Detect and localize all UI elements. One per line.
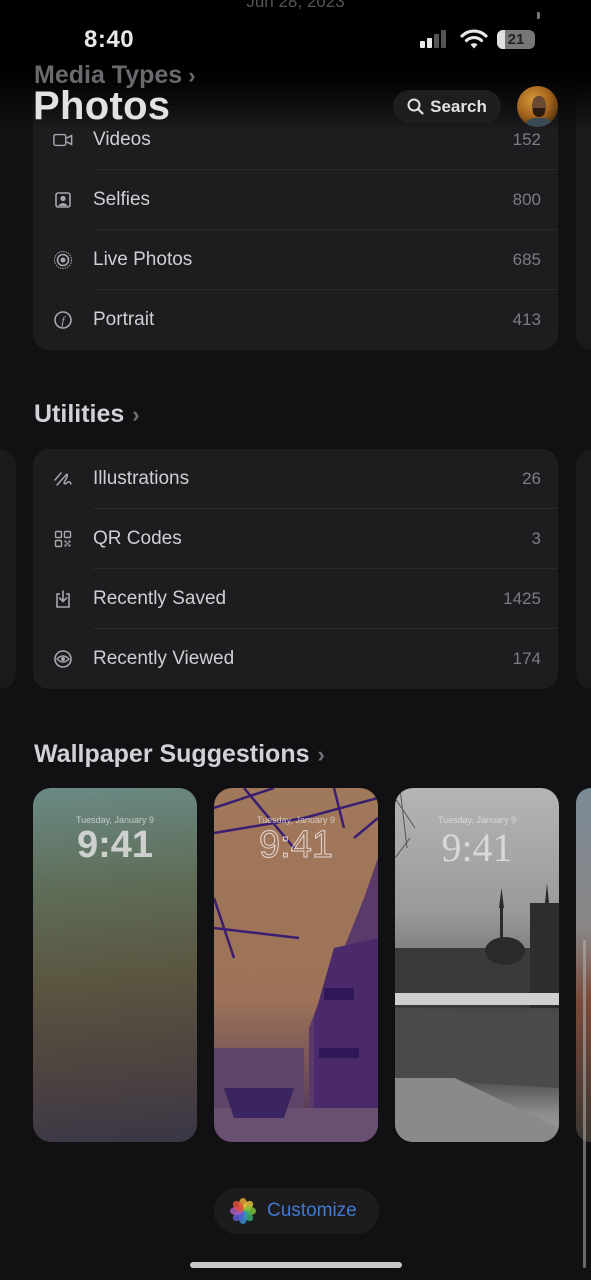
list-item[interactable]: Illustrations 26 [33, 449, 558, 509]
item-count: 174 [512, 649, 541, 668]
page-title: Photos [33, 84, 171, 128]
svg-text:f: f [61, 314, 66, 328]
search-button[interactable]: Search [393, 90, 501, 123]
qr-code-icon [53, 529, 73, 549]
live-photo-icon [53, 250, 73, 270]
scrollbar[interactable] [583, 940, 586, 1268]
item-label: Videos [93, 129, 151, 150]
wallpaper-time: 9:41 [259, 824, 334, 867]
section-title: Utilities [34, 400, 125, 428]
selfie-icon [53, 190, 73, 210]
item-label: Recently Viewed [93, 648, 235, 669]
home-indicator[interactable] [190, 1262, 402, 1268]
avatar[interactable] [517, 86, 558, 127]
item-count: 1425 [503, 589, 541, 608]
item-label: Illustrations [93, 468, 190, 489]
utilities-card: Illustrations 26 QR Codes 3 Recently Sav… [33, 449, 558, 689]
battery-icon: 21 [497, 30, 535, 49]
previous-card-peek [0, 449, 16, 689]
chevron-right-icon: › [188, 62, 196, 88]
previous-section-date: Jun 28, 2023 [246, 0, 345, 11]
wallpaper-suggestions-header[interactable]: Wallpaper Suggestions › [34, 740, 325, 769]
item-label: Selfies [93, 189, 151, 210]
list-item[interactable]: f Portrait 413 [33, 290, 558, 350]
customize-button[interactable]: Customize [214, 1188, 379, 1234]
chevron-right-icon: › [317, 741, 325, 767]
wallpaper-time: 9:41 [441, 825, 513, 870]
battery-percent: 21 [507, 31, 525, 48]
list-item[interactable]: QR Codes 3 [33, 509, 558, 569]
status-bar: 8:40 21 [0, 24, 591, 58]
recently-saved-icon [53, 589, 73, 609]
list-item[interactable]: Selfies 800 [33, 170, 558, 230]
next-card-peek [576, 449, 591, 689]
utilities-header[interactable]: Utilities › [34, 400, 140, 429]
section-title: Wallpaper Suggestions [34, 740, 310, 768]
customize-label: Customize [267, 1200, 357, 1221]
recently-viewed-icon [53, 649, 73, 669]
avatar-beard [533, 108, 545, 117]
item-count: 3 [531, 529, 541, 548]
wallpaper-time: 9:41 [76, 824, 154, 866]
item-count: 800 [512, 190, 541, 209]
avatar-shirt [525, 118, 553, 127]
item-label: Portrait [93, 309, 155, 330]
item-label: Recently Saved [93, 588, 227, 609]
wallpaper-suggestion-gradient[interactable]: Tuesday, January 9 9:41 [33, 788, 197, 1142]
video-icon [53, 130, 73, 150]
item-count: 413 [512, 310, 541, 329]
list-item[interactable]: Recently Viewed 174 [33, 629, 558, 689]
next-card-peek [576, 80, 591, 350]
illustrations-icon [53, 469, 73, 489]
search-label: Search [430, 96, 487, 116]
item-count: 685 [512, 250, 541, 269]
list-item[interactable]: Recently Saved 1425 [33, 569, 558, 629]
item-label: Live Photos [93, 249, 193, 270]
wallpaper-suggestion-street[interactable]: Tuesday, January 9 9:41 [214, 788, 378, 1142]
wallpaper-suggestion-mosque[interactable]: Tuesday, January 9 9:41 [395, 788, 559, 1142]
chevron-right-icon: › [132, 401, 140, 427]
wifi-icon [460, 29, 488, 49]
item-count: 152 [512, 130, 541, 149]
cellular-signal-icon [420, 30, 446, 48]
photos-app-icon [230, 1198, 256, 1224]
search-icon [407, 98, 424, 115]
portrait-icon: f [53, 310, 73, 330]
status-time: 8:40 [84, 26, 135, 53]
battery-nub [537, 12, 540, 19]
list-item[interactable]: Live Photos 685 [33, 230, 558, 290]
item-count: 26 [522, 469, 541, 488]
item-label: QR Codes [93, 528, 182, 549]
